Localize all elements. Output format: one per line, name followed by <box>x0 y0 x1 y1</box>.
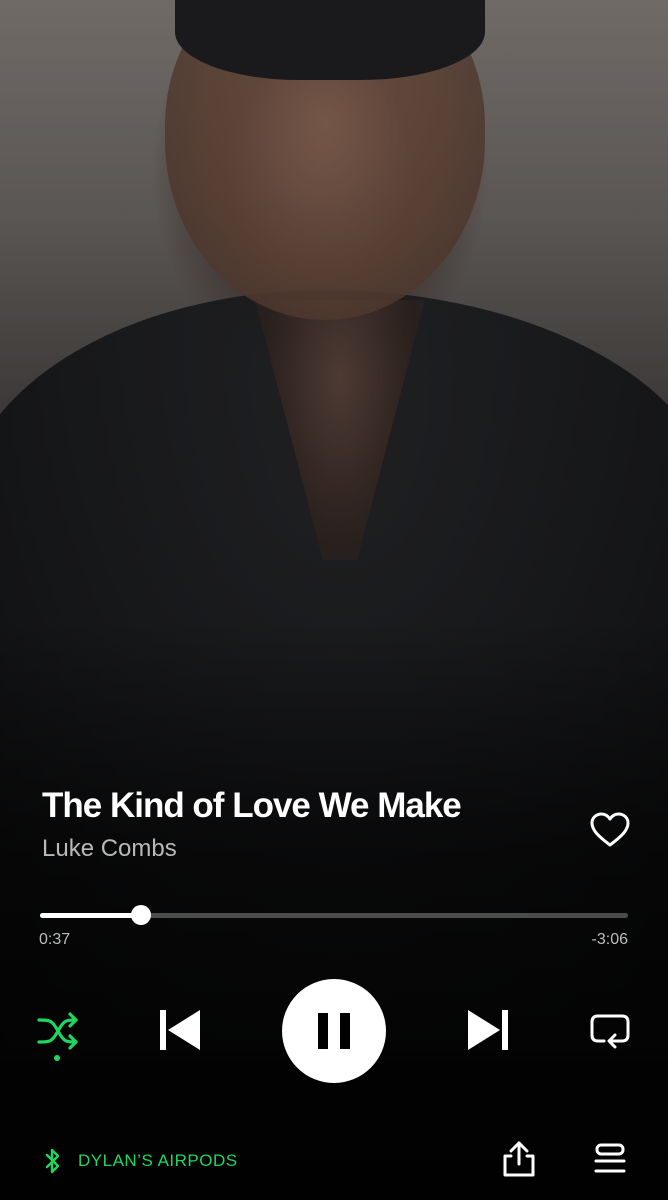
track-title: The Kind of Love We Make <box>42 786 462 825</box>
like-button[interactable] <box>588 808 632 852</box>
shuffle-icon <box>37 1012 78 1061</box>
time-remaining: -3:06 <box>591 931 628 948</box>
shuffle-active-dot <box>54 1055 60 1061</box>
pause-icon <box>318 1013 350 1049</box>
heart-outline-icon <box>590 812 630 847</box>
artwork-cap-shape <box>175 0 485 80</box>
queue-button[interactable] <box>592 1142 628 1176</box>
artist-name[interactable]: Luke Combs <box>42 835 177 863</box>
queue-icon <box>594 1143 626 1173</box>
previous-track-button[interactable] <box>156 1006 204 1054</box>
connected-device[interactable]: DYLAN’S AIRPODS <box>44 1147 238 1175</box>
share-button[interactable] <box>500 1140 538 1178</box>
progress-bar[interactable] <box>40 905 628 925</box>
progress-bar-handle[interactable] <box>131 905 152 925</box>
shuffle-button[interactable] <box>36 1008 82 1064</box>
next-track-button[interactable] <box>464 1006 512 1054</box>
now-playing-screen: The Kind of Love We Make Luke Combs 0:37… <box>0 0 668 1200</box>
repeat-icon <box>590 1014 630 1049</box>
pause-button[interactable] <box>282 979 386 1083</box>
bluetooth-icon <box>45 1148 60 1174</box>
progress-bar-fill <box>40 913 142 918</box>
time-elapsed: 0:37 <box>39 931 71 948</box>
skip-next-icon <box>468 1010 508 1050</box>
artwork-bottom-fade <box>0 620 668 1200</box>
skip-previous-icon <box>160 1010 200 1050</box>
device-name: DYLAN’S AIRPODS <box>78 1151 238 1170</box>
repeat-button[interactable] <box>588 1010 632 1050</box>
share-icon <box>503 1141 535 1177</box>
